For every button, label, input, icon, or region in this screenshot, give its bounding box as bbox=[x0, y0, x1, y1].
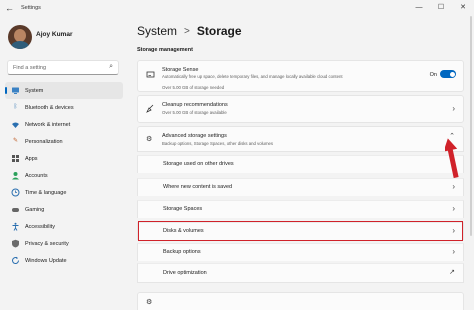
storage-sense-description: Automatically free up space, delete temp… bbox=[162, 74, 343, 79]
chevron-right-icon: › bbox=[452, 204, 455, 213]
sidebar-item-label: Apps bbox=[25, 155, 38, 162]
storage-sense-toggle[interactable] bbox=[440, 70, 456, 78]
sidebar-item-label: Bluetooth & devices bbox=[25, 104, 74, 111]
maximize-icon[interactable]: ☐ bbox=[430, 0, 452, 16]
sidebar-item-label: System bbox=[25, 87, 44, 94]
gear-icon: ⚙ bbox=[146, 136, 153, 143]
monitor-icon bbox=[11, 86, 20, 95]
section-title: Storage management bbox=[137, 47, 193, 53]
list-item-drive-optimization[interactable]: Drive optimization ↗ bbox=[137, 263, 464, 283]
scrollbar[interactable] bbox=[470, 16, 472, 236]
sidebar-item-label: Gaming bbox=[25, 206, 45, 213]
list-item-storage-spaces[interactable]: Storage Spaces › bbox=[137, 200, 464, 218]
chevron-right-icon: › bbox=[452, 247, 455, 256]
gamepad-icon bbox=[11, 205, 20, 214]
clock-icon bbox=[11, 188, 20, 197]
cleanup-recommendations-card[interactable]: Cleanup recommendations Over 5.00 GB of … bbox=[137, 95, 464, 123]
broom-icon bbox=[146, 104, 155, 115]
chevron-right-icon: › bbox=[452, 104, 455, 113]
cleanup-description: Over 5.00 GB of storage available bbox=[162, 110, 227, 115]
update-icon bbox=[11, 256, 20, 265]
list-item-label: Drive optimization bbox=[163, 270, 207, 276]
gear-icon: ⚙ bbox=[146, 299, 153, 306]
storage-sense-description-2: Over 5.00 GB of storage needed bbox=[162, 85, 225, 90]
advanced-description: Backup options, Storage Spaces, other di… bbox=[162, 141, 274, 146]
list-item-storage-other-drives[interactable]: Storage used on other drives bbox=[137, 155, 464, 173]
advanced-storage-settings-card[interactable]: ⚙ Advanced storage settings Backup optio… bbox=[137, 126, 464, 152]
breadcrumb: System > Storage bbox=[137, 24, 242, 38]
user-name: Ajoy Kumar bbox=[36, 31, 73, 38]
list-item-backup-options[interactable]: Backup options › bbox=[137, 243, 464, 261]
list-item-label: Storage used on other drives bbox=[163, 161, 234, 167]
apps-icon bbox=[11, 154, 20, 163]
sidebar-item-network[interactable]: Network & internet bbox=[5, 116, 123, 133]
sidebar-item-windows-update[interactable]: Windows Update bbox=[5, 252, 123, 269]
sidebar-item-apps[interactable]: Apps bbox=[5, 150, 123, 167]
search-placeholder: Find a setting bbox=[13, 65, 47, 71]
close-icon[interactable]: ✕ bbox=[452, 0, 474, 16]
minimize-icon[interactable]: — bbox=[408, 0, 430, 16]
search-icon[interactable]: ⌕ bbox=[109, 63, 113, 71]
list-item-label: Backup options bbox=[163, 249, 201, 255]
wifi-icon bbox=[11, 120, 20, 129]
breadcrumb-separator: > bbox=[184, 25, 190, 37]
sidebar-item-label: Time & language bbox=[25, 189, 67, 196]
list-item-label: Where new content is saved bbox=[163, 184, 233, 190]
person-icon bbox=[11, 171, 20, 180]
accessibility-icon bbox=[11, 222, 20, 231]
next-card-partial[interactable]: ⚙ bbox=[137, 292, 464, 310]
storage-sense-icon bbox=[146, 70, 155, 81]
sidebar-item-time-language[interactable]: Time & language bbox=[5, 184, 123, 201]
window-controls: — ☐ ✕ bbox=[408, 0, 474, 16]
toggle-state-label: On bbox=[429, 72, 437, 78]
chevron-right-icon: › bbox=[452, 182, 455, 191]
sidebar-item-bluetooth[interactable]: ᛒ Bluetooth & devices bbox=[5, 99, 123, 116]
sidebar-item-personalization[interactable]: ✎ Personalization bbox=[5, 133, 123, 150]
sidebar-item-label: Network & internet bbox=[25, 121, 71, 128]
sidebar-item-privacy[interactable]: Privacy & security bbox=[5, 235, 123, 252]
sidebar-item-label: Accounts bbox=[25, 172, 48, 179]
page-title: Storage bbox=[196, 24, 242, 38]
storage-sense-title: Storage Sense bbox=[162, 67, 199, 73]
nav-list: System ᛒ Bluetooth & devices Network & i… bbox=[5, 82, 123, 269]
sidebar: Ajoy Kumar Find a setting ⌕ System ᛒ Blu… bbox=[0, 16, 128, 310]
list-item-label: Storage Spaces bbox=[163, 206, 203, 212]
sidebar-item-accounts[interactable]: Accounts bbox=[5, 167, 123, 184]
brush-icon: ✎ bbox=[12, 138, 19, 144]
highlight-box bbox=[138, 221, 463, 241]
sidebar-item-accessibility[interactable]: Accessibility bbox=[5, 218, 123, 235]
back-arrow-icon[interactable]: ← bbox=[5, 3, 17, 13]
annotation-arrow-icon bbox=[445, 138, 459, 178]
title-bar: ← Settings — ☐ ✕ bbox=[0, 0, 474, 16]
avatar[interactable] bbox=[8, 25, 32, 49]
shield-icon bbox=[11, 239, 20, 248]
breadcrumb-parent[interactable]: System bbox=[137, 24, 177, 38]
advanced-title: Advanced storage settings bbox=[162, 133, 227, 139]
sidebar-item-system[interactable]: System bbox=[5, 82, 123, 99]
cleanup-title: Cleanup recommendations bbox=[162, 102, 228, 108]
sidebar-item-label: Accessibility bbox=[25, 223, 55, 230]
sidebar-item-label: Privacy & security bbox=[25, 240, 69, 247]
sidebar-item-label: Windows Update bbox=[25, 257, 67, 264]
bluetooth-icon: ᛒ bbox=[13, 104, 18, 110]
sidebar-item-gaming[interactable]: Gaming bbox=[5, 201, 123, 218]
search-input[interactable]: Find a setting ⌕ bbox=[7, 60, 119, 75]
external-link-icon: ↗ bbox=[449, 269, 455, 276]
list-item-new-content-location[interactable]: Where new content is saved › bbox=[137, 178, 464, 196]
storage-sense-card[interactable]: Storage Sense Automatically free up spac… bbox=[137, 60, 464, 92]
window-title: Settings bbox=[21, 5, 41, 11]
sidebar-item-label: Personalization bbox=[25, 138, 63, 145]
